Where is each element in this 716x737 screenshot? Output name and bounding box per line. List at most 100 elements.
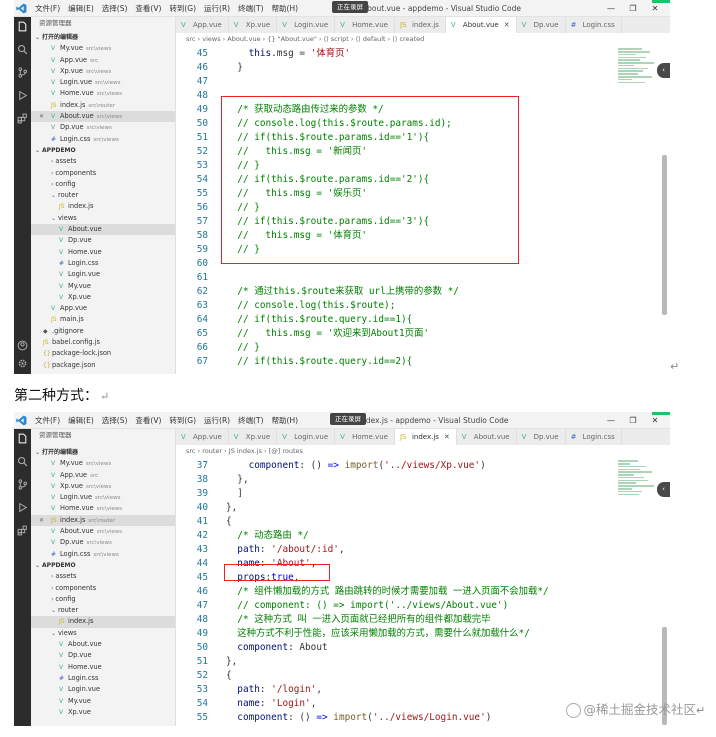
tree-file[interactable]: V Xp.vue src\views bbox=[31, 481, 175, 492]
tree-file[interactable]: V Dp.vue src\views bbox=[31, 537, 175, 548]
menu-item[interactable]: 文件(F) bbox=[31, 0, 64, 17]
breadcrumb[interactable]: src › router › JS index.js › [@] routes bbox=[176, 445, 670, 457]
chevron-down-icon[interactable]: ⌄ bbox=[51, 215, 56, 222]
tree-file[interactable]: ✕ JS index.js src\router bbox=[31, 514, 175, 527]
tree-folder[interactable]: › config bbox=[31, 179, 175, 190]
tree-file[interactable]: V About.vue bbox=[31, 639, 175, 650]
tree-folder[interactable]: ⌄ views bbox=[31, 628, 175, 639]
tree-file[interactable]: ◆ .gitignore bbox=[31, 326, 175, 337]
menu-item[interactable]: 终端(T) bbox=[234, 412, 267, 429]
editor-tab[interactable]: V Dp.vue bbox=[516, 429, 566, 445]
chevron-right-icon[interactable]: › bbox=[51, 158, 53, 165]
source-control-icon[interactable] bbox=[17, 479, 28, 490]
tree-file[interactable]: {}package.json bbox=[31, 360, 175, 371]
tree-file[interactable]: V Login.vue src\views bbox=[31, 492, 175, 503]
tree-file[interactable]: ✕ V About.vue src\views bbox=[31, 111, 175, 123]
tree-file[interactable]: V Home.vue src\views bbox=[31, 503, 175, 514]
editor-tab[interactable]: V Login.vue bbox=[277, 17, 336, 33]
tree-folder[interactable]: › components bbox=[31, 168, 175, 179]
menu-item[interactable]: 转到(G) bbox=[165, 412, 200, 429]
editor-tab[interactable]: JS index.js bbox=[394, 17, 446, 33]
collapse-panel-button[interactable]: ‹ bbox=[657, 482, 670, 497]
tree-file[interactable]: V App.vue src bbox=[31, 55, 175, 66]
tree-file[interactable]: V Dp.vue src\views bbox=[31, 122, 175, 133]
editor-tab[interactable]: V Login.vue bbox=[277, 429, 336, 445]
tree-file[interactable]: # Login.css bbox=[31, 258, 175, 269]
tree-file[interactable]: JS index.js bbox=[31, 616, 175, 628]
tree-file[interactable]: JS index.js src\router bbox=[31, 100, 175, 111]
tree-file[interactable]: JS main.js bbox=[31, 314, 175, 325]
menu-item[interactable]: 选择(S) bbox=[98, 412, 132, 429]
code-editor[interactable]: 45 this.msg = '体育页' 46 } 47 48 49 /* 获取动态路由传… bbox=[176, 45, 670, 374]
maximize-icon[interactable]: ❐ bbox=[622, 412, 644, 429]
maximize-icon[interactable]: ❐ bbox=[622, 0, 644, 17]
tree-file[interactable]: JS babel.config.js bbox=[31, 337, 175, 348]
editor-tab[interactable]: V Xp.vue bbox=[228, 429, 278, 445]
tree-section-header[interactable]: ⌄ APPDEMO bbox=[31, 560, 175, 571]
chevron-down-icon[interactable]: ⌄ bbox=[35, 34, 40, 41]
chevron-down-icon[interactable]: ⌄ bbox=[35, 449, 40, 456]
tree-folder[interactable]: ⌄ views bbox=[31, 213, 175, 224]
close-icon[interactable]: ✕ bbox=[39, 111, 44, 122]
extensions-icon[interactable] bbox=[17, 525, 28, 536]
minimap[interactable] bbox=[618, 459, 658, 519]
editor-tab[interactable]: V About.vue bbox=[456, 429, 517, 445]
chevron-down-icon[interactable]: ⌄ bbox=[35, 562, 40, 569]
tree-folder[interactable]: › assets bbox=[31, 571, 175, 582]
tree-file[interactable]: JS index.js bbox=[31, 201, 175, 212]
minimize-icon[interactable]: — bbox=[600, 0, 622, 17]
run-debug-icon[interactable] bbox=[17, 502, 28, 513]
tree-file[interactable]: V My.vue bbox=[31, 281, 175, 292]
tree-folder[interactable]: ⌄ router bbox=[31, 190, 175, 201]
minimize-icon[interactable]: — bbox=[600, 412, 622, 429]
collapse-panel-button[interactable]: ‹ bbox=[657, 63, 670, 78]
menu-item[interactable]: 帮助(H) bbox=[268, 0, 303, 17]
explorer-icon[interactable] bbox=[17, 21, 28, 32]
tree-file[interactable]: V Xp.vue bbox=[31, 292, 175, 303]
close-icon[interactable]: ✕ bbox=[39, 515, 44, 526]
tree-file[interactable]: V My.vue src\views bbox=[31, 458, 175, 469]
menu-item[interactable]: 查看(V) bbox=[131, 0, 165, 17]
tree-file[interactable]: # Login.css bbox=[31, 673, 175, 684]
tree-section-header[interactable]: ⌄ 打开的编辑器 bbox=[31, 32, 175, 43]
menu-item[interactable]: 选择(S) bbox=[98, 0, 132, 17]
tree-file[interactable]: {}package-lock.json bbox=[31, 348, 175, 359]
close-icon[interactable]: ✕ bbox=[444, 433, 450, 441]
chevron-down-icon[interactable]: ⌄ bbox=[51, 192, 56, 199]
tree-section-header[interactable]: ⌄ 打开的编辑器 bbox=[31, 447, 175, 458]
tree-file[interactable]: V Home.vue bbox=[31, 247, 175, 258]
minimap[interactable] bbox=[618, 47, 658, 107]
tree-file[interactable]: V Dp.vue bbox=[31, 650, 175, 661]
menu-item[interactable]: 运行(R) bbox=[200, 412, 234, 429]
tree-folder[interactable]: › config bbox=[31, 594, 175, 605]
chevron-down-icon[interactable]: ⌄ bbox=[51, 630, 56, 637]
chevron-right-icon[interactable]: › bbox=[51, 573, 53, 580]
menu-item[interactable]: 运行(R) bbox=[200, 0, 234, 17]
tree-file[interactable]: V Home.vue bbox=[31, 662, 175, 673]
menu-item[interactable]: 文件(F) bbox=[31, 412, 64, 429]
editor-tab[interactable]: V App.vue bbox=[176, 429, 229, 445]
chevron-down-icon[interactable]: ⌄ bbox=[35, 147, 40, 154]
tree-file[interactable]: V Xp.vue src\views bbox=[31, 66, 175, 77]
tree-file[interactable]: V My.vue bbox=[31, 696, 175, 707]
tree-file[interactable]: V Login.vue bbox=[31, 684, 175, 695]
menu-item[interactable]: 编辑(E) bbox=[64, 0, 98, 17]
settings-gear-icon[interactable] bbox=[17, 358, 28, 369]
tree-file[interactable]: V Dp.vue bbox=[31, 235, 175, 246]
chevron-right-icon[interactable]: › bbox=[51, 585, 53, 592]
tree-file[interactable]: # Login.css src\views bbox=[31, 549, 175, 560]
search-icon[interactable] bbox=[17, 44, 28, 55]
editor-tab[interactable]: V About.vue ✕ bbox=[445, 17, 517, 33]
editor-tab[interactable]: # Login.css bbox=[565, 429, 622, 445]
tree-file[interactable]: V My.vue src\views bbox=[31, 43, 175, 54]
close-icon[interactable]: ✕ bbox=[504, 21, 510, 29]
editor-tab[interactable]: V Dp.vue bbox=[516, 17, 566, 33]
chevron-right-icon[interactable]: › bbox=[51, 181, 53, 188]
tree-file[interactable]: V App.vue bbox=[31, 303, 175, 314]
vertical-scrollbar[interactable] bbox=[662, 155, 667, 315]
tree-file[interactable]: V About.vue src\views bbox=[31, 526, 175, 537]
editor-tab[interactable]: V Home.vue bbox=[335, 429, 395, 445]
source-control-icon[interactable] bbox=[17, 67, 28, 78]
tree-file[interactable]: V Login.vue src\views bbox=[31, 77, 175, 88]
explorer-icon[interactable] bbox=[17, 433, 28, 444]
